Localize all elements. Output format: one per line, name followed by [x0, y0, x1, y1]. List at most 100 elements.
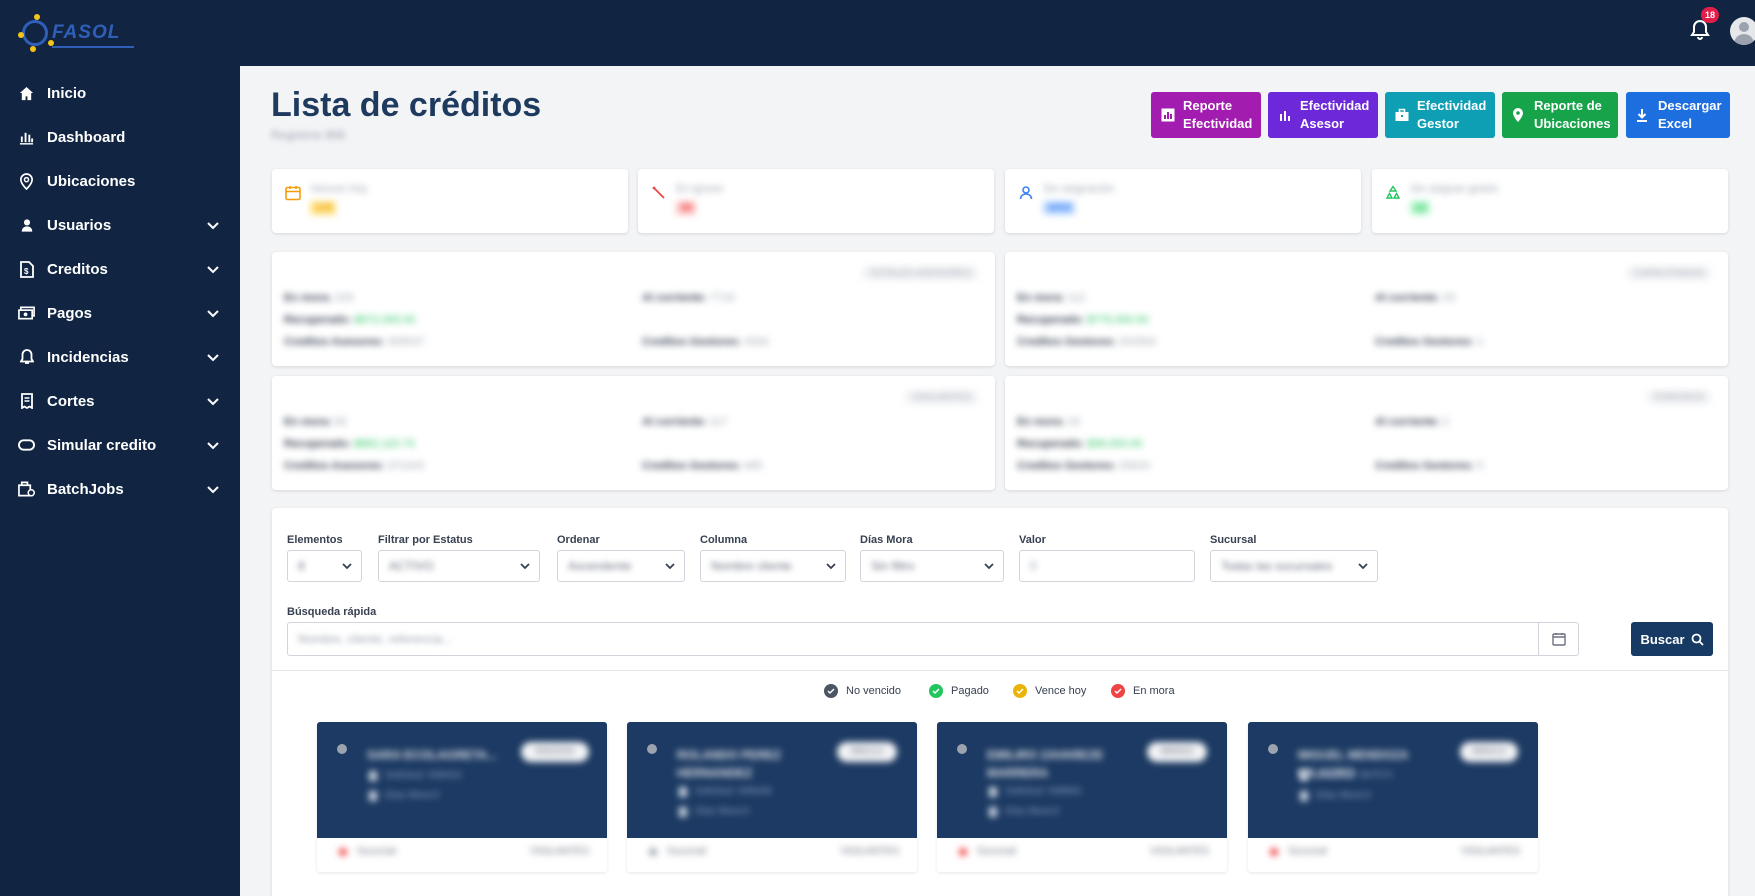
- descargar-excel-button[interactable]: Descargar Excel: [1626, 92, 1730, 138]
- efectividad-asesor-button[interactable]: Efectividad Asesor: [1268, 92, 1378, 138]
- stat-card: En ignore 38: [638, 169, 994, 233]
- location-pin-icon: [1270, 848, 1278, 856]
- columna-select[interactable]: Nombre cliente: [700, 550, 846, 582]
- elementos-select[interactable]: 8: [287, 550, 362, 582]
- credit-card[interactable]: EMILIRO ZAVAREZE MARRERA 989002 Solicitu…: [937, 722, 1227, 872]
- home-icon: [18, 85, 35, 102]
- location-pin-icon: [18, 172, 35, 190]
- receipt-icon: [18, 393, 35, 410]
- ordenar-label: Ordenar: [557, 534, 600, 546]
- client-name: SARA ECOLAGRETA...: [367, 748, 498, 762]
- sidebar-item-cortes[interactable]: Cortes: [0, 379, 240, 423]
- creditos-gestores-value: 4334: [744, 336, 769, 348]
- credit-card[interactable]: MIGUEL MENDOZA MILAGRO 889414 Solicitud:…: [1248, 722, 1538, 872]
- status-dot: [647, 744, 657, 754]
- search-input[interactable]: Nombre, cliente, referencia...: [287, 622, 1579, 656]
- sidebar-item-label: Incidencias: [47, 348, 129, 366]
- avatar[interactable]: [1730, 17, 1755, 45]
- chart-icon: [989, 806, 997, 817]
- sidebar-item-label: Ubicaciones: [47, 172, 136, 190]
- creditos-label: Creditos Gestores:: [1017, 336, 1117, 348]
- recuperado-value: $779,300.00: [1087, 314, 1149, 326]
- creditos-gestores-label: Creditos Gestores:: [1375, 460, 1475, 472]
- creditos-value: 33024: [1119, 460, 1150, 472]
- sidebar-item-dashboard[interactable]: Dashboard: [0, 115, 240, 159]
- sidebar-item-usuarios[interactable]: Usuarios: [0, 203, 240, 247]
- location-pin-icon: [649, 848, 657, 856]
- estatus-select[interactable]: ACTIVO: [378, 550, 540, 582]
- stat-card: Vencen hoy 128: [272, 169, 628, 233]
- valor-input[interactable]: 0: [1019, 550, 1195, 582]
- chevron-down-icon: [206, 482, 220, 496]
- bell-icon: [18, 349, 35, 366]
- stat-card: Sin asignar gestor 12: [1372, 169, 1728, 233]
- chart-icon: [679, 806, 687, 817]
- mora-value: 112: [1067, 292, 1086, 304]
- calendar-icon[interactable]: [1538, 623, 1578, 655]
- reporte-efectividad-button[interactable]: Reporte Efectividad: [1151, 92, 1261, 138]
- sidebar-item-inicio[interactable]: Inicio: [0, 71, 240, 115]
- recuperado-label: Recuperado:: [1017, 314, 1085, 326]
- summary-tag: VIGILANTES: [904, 390, 979, 405]
- button-label-line1: Efectividad: [1300, 98, 1370, 113]
- estatus-label: Filtrar por Estatus: [378, 534, 473, 546]
- app-logo[interactable]: FASOL: [16, 12, 134, 52]
- chevron-down-icon: [519, 560, 531, 572]
- document-icon: [1300, 770, 1308, 781]
- sidebar-item-label: Dashboard: [47, 128, 126, 146]
- sidebar-item-simular-credito[interactable]: Simular credito: [0, 423, 240, 467]
- summary-tag: FOROSOS: [1645, 390, 1712, 405]
- summary-card: FOROSOS En mora: 23 Recuperado: $36,000.…: [1005, 376, 1728, 490]
- reporte-ubicaciones-button[interactable]: Reporte de Ubicaciones: [1502, 92, 1618, 138]
- check-icon: [929, 684, 943, 698]
- recuperado-label: Recuperado:: [284, 314, 352, 326]
- recuperado-label: Recuperado:: [284, 438, 352, 450]
- efectividad-gestor-button[interactable]: Efectividad Gestor: [1385, 92, 1495, 138]
- sidebar-item-pagos[interactable]: Pagos: [0, 291, 240, 335]
- summary-card: CAPACITADOS En mora: 112 Recuperado: $77…: [1005, 252, 1728, 366]
- chart-icon: [369, 790, 377, 801]
- stat-label: Sin asignar gestor: [1410, 183, 1499, 195]
- stat-value: 128: [310, 201, 337, 215]
- ordenar-select[interactable]: Ascendente: [557, 550, 685, 582]
- user-icon: [18, 217, 35, 234]
- sucursal-select[interactable]: Todas las sucursales: [1210, 550, 1378, 582]
- button-label-line2: Excel: [1658, 116, 1692, 131]
- legend-en-mora: En mora: [1111, 684, 1175, 698]
- document-icon: $: [18, 260, 35, 278]
- creditos-value: 371024: [387, 460, 425, 472]
- busqueda-label: Búsqueda rápida: [287, 606, 377, 618]
- chevron-down-icon: [664, 560, 676, 572]
- sidebar-item-ubicaciones[interactable]: Ubicaciones: [0, 159, 240, 203]
- mora-value: 82: [334, 416, 347, 428]
- page-title: Lista de créditos: [271, 86, 542, 124]
- divider: [272, 670, 1728, 671]
- corriente-label: Al corriente:: [1375, 292, 1440, 304]
- bar-chart-icon: [1278, 108, 1292, 122]
- recuperado-value: $862,115.74: [354, 438, 415, 450]
- stat-label: Vencen hoy: [310, 183, 368, 195]
- buscar-button[interactable]: Buscar: [1631, 622, 1713, 656]
- credit-card[interactable]: ROLANDO PEREZ HERNANDEZ 886114 Solicitud…: [627, 722, 917, 872]
- jobs-icon: [18, 481, 35, 498]
- elementos-label: Elementos: [287, 534, 343, 546]
- dias-mora-select[interactable]: Sin filtro: [860, 550, 1004, 582]
- stat-label: En ignore: [676, 183, 724, 195]
- sucursal-label: Sucursal: [1210, 534, 1257, 546]
- chevron-down-icon: [206, 262, 220, 276]
- sidebar-item-batchjobs[interactable]: BatchJobs: [0, 467, 240, 511]
- credit-id-badge: 889414: [1460, 742, 1518, 762]
- location-pin-icon: [959, 848, 967, 856]
- sidebar-item-creditos[interactable]: $ Creditos: [0, 247, 240, 291]
- sidebar-item-incidencias[interactable]: Incidencias: [0, 335, 240, 379]
- status-dot: [957, 744, 967, 754]
- credit-card[interactable]: SARA ECOLAGRETA... 8063294 Solicitud: 93…: [317, 722, 607, 872]
- sidebar-item-label: Simular credito: [47, 436, 157, 454]
- chevron-down-icon: [341, 560, 353, 572]
- briefcase-icon: [1395, 108, 1409, 122]
- corriente-value: 2: [1442, 416, 1449, 428]
- capsule-icon: [18, 437, 35, 454]
- creditos-gestores-value: 1: [1477, 336, 1484, 348]
- money-icon: [18, 305, 35, 322]
- button-label-line2: Asesor: [1300, 116, 1345, 131]
